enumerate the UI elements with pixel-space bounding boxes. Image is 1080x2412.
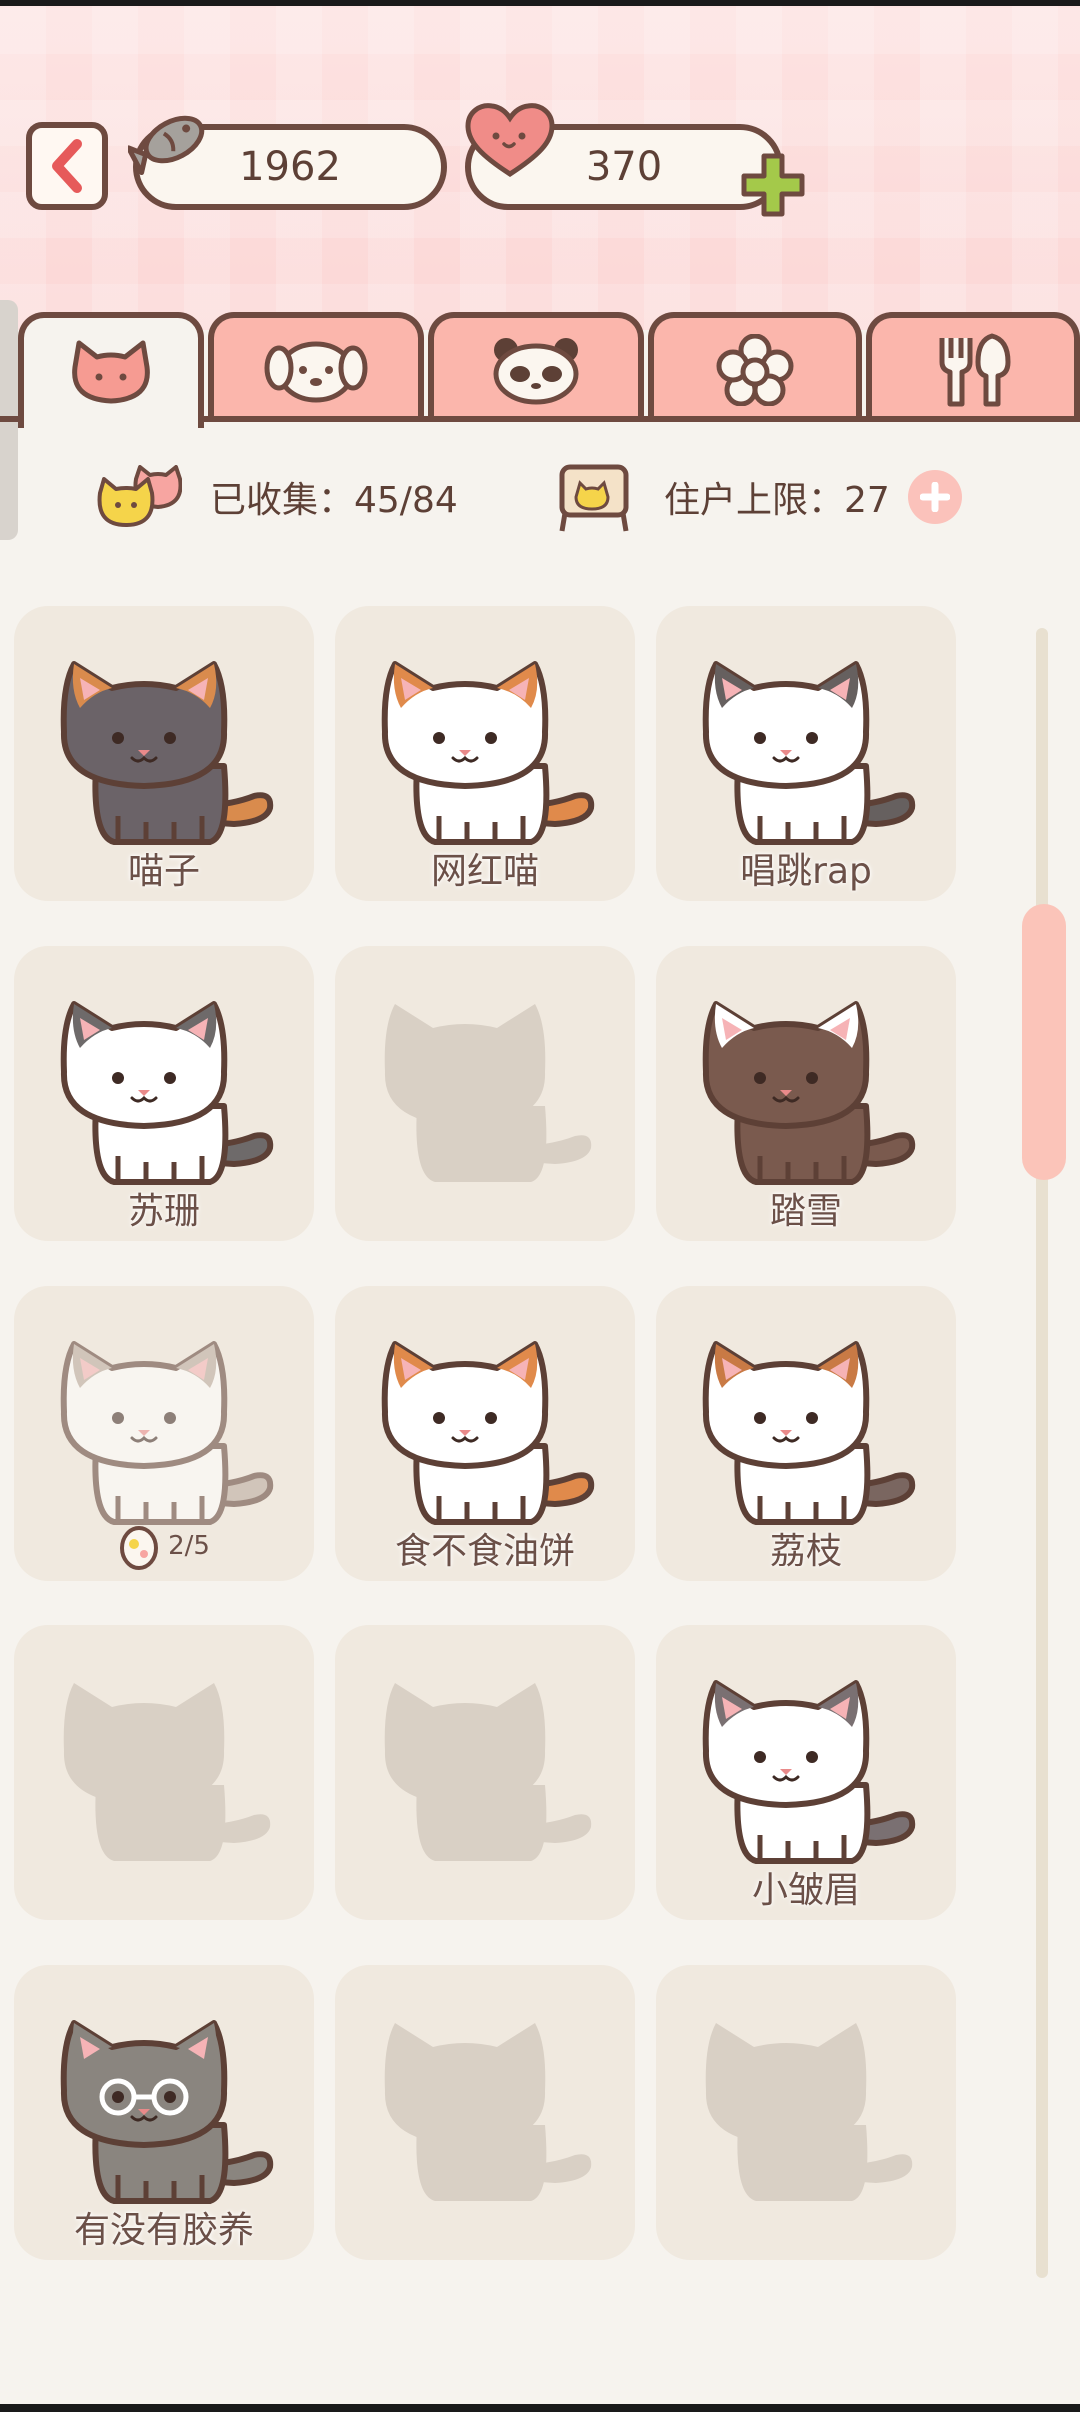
cat-sprite	[381, 1341, 595, 1525]
chevron-left-icon	[52, 139, 82, 193]
dog-face-icon	[264, 341, 368, 403]
egg-progress: 2/5	[14, 1522, 314, 1570]
fork-spoon-icon	[939, 333, 1011, 407]
cat-card[interactable]: 喵子	[14, 606, 314, 901]
fish-icon	[128, 115, 205, 176]
locked-cat-card[interactable]	[335, 1965, 635, 2260]
resident-limit: 住户上限：27	[664, 480, 890, 521]
cat-sprite	[702, 1680, 916, 1864]
flower-icon	[716, 334, 794, 406]
cat-name: 唱跳rap	[740, 851, 872, 892]
cat-sprite	[60, 661, 274, 845]
increase-limit-button[interactable]	[907, 470, 962, 524]
add-hearts-button[interactable]	[738, 150, 808, 220]
locked-cat-card[interactable]	[14, 1625, 314, 1920]
locked-cat-silhouette	[63, 1683, 271, 1861]
locked-cat-silhouette	[384, 2023, 592, 2201]
locked-cat-silhouette	[705, 2023, 913, 2201]
cat-sprite	[60, 1001, 274, 1185]
cat-name: 踏雪	[769, 1191, 842, 1232]
locked-cat-silhouette	[384, 1683, 592, 1861]
tab-food[interactable]	[866, 312, 1080, 422]
locked-cat-card[interactable]	[335, 1625, 635, 1920]
status-bar-edge	[0, 0, 1080, 6]
cat-name: 喵子	[127, 851, 200, 892]
cat-card[interactable]: 网红喵	[335, 606, 635, 901]
heart-count: 370	[585, 144, 663, 190]
tab-cat[interactable]	[18, 312, 204, 428]
cat-name: 荔枝	[769, 1531, 842, 1572]
screen-bottom-edge	[0, 2404, 1080, 2412]
resident-limit-stat: 住户上限：27	[552, 462, 962, 532]
cat-collection-icon	[97, 465, 182, 527]
locked-cat-card[interactable]	[335, 946, 635, 1241]
heart-icon	[465, 103, 555, 177]
egg-icon	[120, 1526, 159, 1570]
cat-card[interactable]: 荔枝	[656, 1286, 956, 1581]
tab-dog[interactable]	[208, 312, 424, 422]
cat-card[interactable]: 小皱眉	[656, 1625, 956, 1920]
collected-stat: 已收集：45/84	[96, 462, 458, 532]
back-button[interactable]	[26, 122, 108, 210]
cat-card[interactable]: 食不食油饼	[335, 1286, 635, 1581]
scrollbar-thumb[interactable]	[1022, 904, 1066, 1180]
locked-cat-silhouette	[384, 1004, 592, 1182]
cat-name: 小皱眉	[751, 1870, 860, 1911]
cat-sprite	[702, 1001, 916, 1185]
cat-card[interactable]: 踏雪	[656, 946, 956, 1241]
category-tabs	[0, 312, 1080, 428]
signboard-icon	[559, 464, 629, 532]
cat-sprite	[60, 2020, 274, 2204]
locked-cat-card[interactable]	[656, 1965, 956, 2260]
tab-panda[interactable]	[428, 312, 644, 422]
cat-name: 食不食油饼	[394, 1531, 575, 1572]
scrollbar-track[interactable]	[1036, 628, 1048, 2278]
cat-card[interactable]: 2/5	[14, 1286, 314, 1581]
egg-progress-text: 2/5	[168, 1531, 210, 1561]
cat-sprite	[702, 661, 916, 845]
fish-count: 1962	[239, 144, 341, 190]
cat-name: 网红喵	[430, 851, 539, 892]
cat-sprite	[702, 1341, 916, 1525]
cat-sprite	[60, 1341, 274, 1525]
cat-card[interactable]: 唱跳rap	[656, 606, 956, 901]
cat-name: 苏珊	[127, 1191, 200, 1232]
panda-face-icon	[493, 338, 579, 405]
cat-face-icon	[72, 340, 150, 404]
cat-sprite	[381, 661, 595, 845]
cat-card[interactable]: 苏珊	[14, 946, 314, 1241]
cat-card[interactable]: 有没有胶养	[14, 1965, 314, 2260]
cat-name: 有没有胶养	[73, 2210, 254, 2251]
collected-count: 已收集：45/84	[210, 480, 458, 521]
tab-flower[interactable]	[648, 312, 862, 422]
plus-icon	[919, 482, 950, 512]
